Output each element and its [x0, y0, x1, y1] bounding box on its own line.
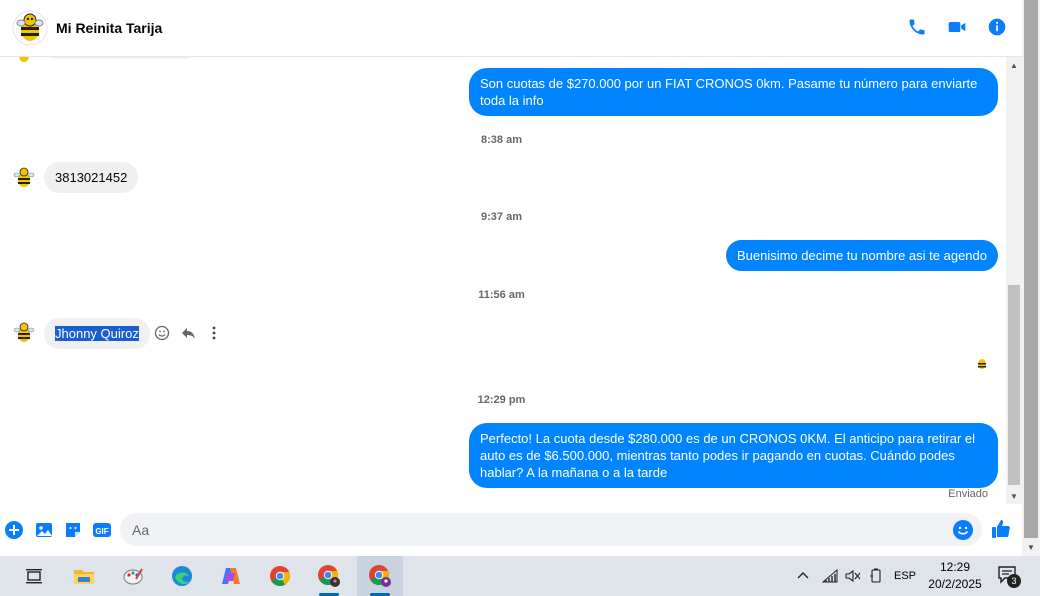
chrome-profile-icon[interactable]	[308, 556, 350, 596]
notification-badge: 3	[1007, 574, 1021, 588]
message-bubble-outgoing[interactable]: Son cuotas de $270.000 por un FIAT CRONO…	[469, 68, 998, 116]
volume-muted-icon[interactable]	[842, 569, 864, 583]
selected-text[interactable]: Jhonny Quiroz	[55, 326, 139, 341]
clock-date: 20/2/2025	[928, 577, 982, 591]
message-status: Enviado	[948, 488, 988, 500]
copilot-icon[interactable]	[210, 556, 252, 596]
message-bubble-clipped	[44, 57, 198, 59]
message-timestamp: 11:56 am	[478, 289, 525, 301]
system-tray: ESP	[794, 556, 918, 596]
page-scrollbar[interactable]: ▼	[1022, 0, 1040, 556]
read-receipt-avatar	[974, 355, 990, 371]
emoji-icon[interactable]	[952, 519, 974, 544]
react-icon[interactable]	[154, 325, 170, 341]
clock-time: 12:29	[939, 560, 971, 574]
info-icon[interactable]	[986, 16, 1008, 38]
more-options-icon[interactable]	[206, 325, 222, 341]
page-scrollbar-thumb[interactable]	[1024, 0, 1038, 538]
contact-avatar-small	[12, 166, 36, 190]
language-indicator[interactable]: ESP	[892, 570, 918, 582]
plus-icon[interactable]	[3, 519, 25, 541]
notification-icon[interactable]: 3	[997, 565, 1023, 589]
battery-icon[interactable]	[864, 568, 888, 584]
edge-icon[interactable]	[161, 556, 203, 596]
scroll-up-arrow-icon[interactable]: ▲	[1006, 57, 1022, 73]
video-camera-icon[interactable]	[946, 16, 968, 38]
scroll-down-arrow-icon[interactable]: ▼	[1006, 488, 1022, 504]
contact-avatar-small	[12, 321, 36, 345]
page-scroll-down-icon[interactable]: ▼	[1022, 540, 1040, 554]
chevron-up-icon[interactable]	[794, 569, 812, 583]
sticker-icon[interactable]	[62, 519, 84, 541]
contact-avatar-small	[12, 57, 36, 67]
wifi-icon[interactable]	[818, 569, 842, 583]
reply-icon[interactable]	[180, 325, 196, 341]
windows-taskbar: ESP 12:29 20/2/2025 3	[0, 556, 1040, 596]
gif-label: GIF	[95, 527, 108, 536]
image-icon[interactable]	[33, 519, 55, 541]
paint-icon[interactable]	[112, 556, 154, 596]
phone-icon[interactable]	[906, 16, 928, 38]
chat-header: Mi Reinita Tarija	[0, 0, 1022, 57]
message-timestamp: 8:38 am	[481, 134, 522, 146]
file-explorer-icon[interactable]	[63, 556, 105, 596]
chat-scrollbar[interactable]: ▲ ▼	[1006, 57, 1022, 504]
message-timestamp: 12:29 pm	[477, 394, 526, 406]
message-input[interactable]: Aa	[120, 513, 982, 546]
message-bubble-outgoing[interactable]: Buenisimo decime tu nombre asi te agendo	[725, 240, 998, 271]
scrollbar-thumb[interactable]	[1008, 285, 1020, 485]
message-composer: GIF Aa	[0, 504, 1022, 556]
message-bubble-incoming[interactable]: 3813021452	[44, 162, 139, 193]
message-bubble-outgoing[interactable]: Perfecto! La cuota desde $280.000 es de …	[469, 423, 998, 488]
thumbs-up-icon[interactable]	[990, 518, 1012, 543]
message-input-placeholder: Aa	[132, 521, 150, 538]
chrome-icon[interactable]	[259, 556, 301, 596]
gif-icon[interactable]: GIF	[91, 519, 113, 541]
system-clock[interactable]: 12:29 20/2/2025	[920, 559, 990, 593]
contact-name[interactable]: Mi Reinita Tarija	[56, 20, 162, 36]
task-view-icon[interactable]	[13, 556, 55, 596]
contact-avatar[interactable]	[12, 10, 48, 46]
chrome-profile-active-icon[interactable]	[357, 556, 403, 596]
message-list[interactable]: Son cuotas de $270.000 por un FIAT CRONO…	[0, 57, 1006, 504]
message-bubble-incoming[interactable]: Jhonny Quiroz	[44, 318, 150, 349]
message-timestamp: 9:37 am	[481, 211, 522, 223]
